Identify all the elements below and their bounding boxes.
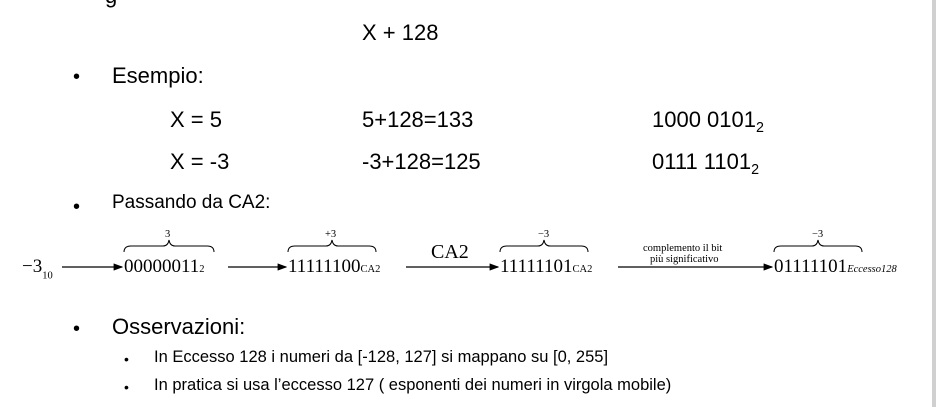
brace-3 [499,239,589,253]
arrow-msb-label-bottom: più significativo [650,254,719,265]
excess-formula: X + 128 [362,20,439,45]
step-1-value: 000000112 [124,256,205,277]
bullet-esempio-label: Esempio: [112,63,204,88]
example-1-x: X = 5 [170,107,222,132]
conversion-diagram: −310 3 000000112 +3 11111100CA2 CA2 −3 1… [0,224,936,284]
sub-bullet-2-marker: • [124,379,129,395]
brace-2-label: +3 [325,229,337,240]
example-2-sum: -3+128=125 [362,149,481,174]
brace-3-label: −3 [538,229,550,240]
bullet-passando-marker: • [73,196,81,218]
bullet-passando-label: Passando da CA2: [112,192,271,213]
arrow-ca2-label: CA2 [431,241,469,263]
observation-2: In pratica si usa l’eccesso 127 ( espone… [154,376,672,394]
example-1-sum: 5+128=133 [362,107,474,132]
right-edge-bar [932,0,936,407]
example-2-binary: 0111 11012 [652,149,760,178]
brace-1-label: 3 [165,229,171,240]
arrow-msb-label-top: complemento il bit [643,243,723,254]
sub-bullet-1-marker: • [124,351,129,367]
brace-2 [287,239,377,253]
step-2-value: 11111100CA2 [288,256,381,277]
cut-off-heading: g [105,0,117,9]
example-1-binary: 1000 01012 [652,107,764,136]
observation-1: In Eccesso 128 i numeri da [-128, 127] s… [154,348,609,366]
bullet-esempio-marker: • [73,66,81,88]
brace-4-label: −3 [812,229,824,240]
bullet-osservazioni-marker: • [73,318,81,340]
step-3-value: 11111101CA2 [500,256,593,277]
bullet-osservazioni-label: Osservazioni: [112,314,246,339]
step-4-value: 01111101Eccesso128 [774,256,897,277]
brace-4 [773,239,863,253]
start-value: −310 [22,256,53,282]
example-2-x: X = -3 [170,149,230,174]
brace-1 [123,239,215,253]
